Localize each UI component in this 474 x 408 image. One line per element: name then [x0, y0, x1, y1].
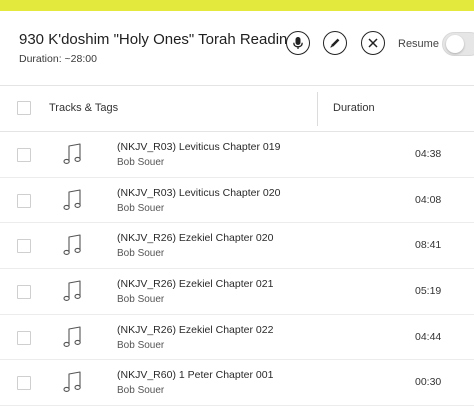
track-duration: 00:30 — [415, 376, 442, 389]
select-all-checkbox[interactable] — [17, 101, 31, 115]
track-row[interactable]: (NKJV_R03) Leviticus Chapter 019 Bob Sou… — [0, 132, 474, 178]
edit-button[interactable] — [323, 31, 347, 55]
track-duration: 04:08 — [415, 193, 442, 206]
track-duration: 04:44 — [415, 330, 442, 343]
music-note-icon — [63, 143, 81, 164]
music-note-icon — [63, 280, 81, 302]
row-checkbox[interactable] — [17, 376, 31, 391]
track-artist: Bob Souer — [117, 385, 165, 397]
track-title: (NKJV_R03) Leviticus Chapter 020 — [117, 186, 281, 199]
toggle-knob — [446, 35, 464, 53]
top-accent-bar — [0, 0, 474, 11]
track-duration: 08:41 — [415, 239, 442, 252]
record-button[interactable] — [286, 31, 310, 55]
column-divider[interactable] — [317, 92, 318, 126]
track-row[interactable]: (NKJV_R26) Ezekiel Chapter 021 Bob Souer… — [0, 269, 474, 315]
resume-toggle[interactable] — [442, 32, 474, 56]
track-row[interactable]: (NKJV_R26) Ezekiel Chapter 020 Bob Souer… — [0, 223, 474, 270]
track-artist: Bob Souer — [117, 294, 165, 306]
music-note-icon — [63, 326, 81, 347]
track-title: (NKJV_R26) Ezekiel Chapter 022 — [117, 323, 274, 336]
track-title: (NKJV_R26) Ezekiel Chapter 020 — [117, 232, 274, 245]
close-button[interactable] — [361, 31, 385, 55]
track-title: (NKJV_R03) Leviticus Chapter 019 — [117, 141, 281, 153]
track-list: (NKJV_R03) Leviticus Chapter 019 Bob Sou… — [0, 132, 474, 407]
music-note-icon — [63, 371, 81, 393]
row-checkbox[interactable] — [17, 239, 31, 254]
row-checkbox[interactable] — [17, 193, 31, 208]
track-artist: Bob Souer — [117, 202, 165, 214]
track-title: (NKJV_R26) Ezekiel Chapter 021 — [117, 278, 274, 291]
row-checkbox[interactable] — [17, 148, 31, 162]
microphone-icon — [293, 37, 303, 49]
playlist-header: 930 K'doshim "Holy Ones" Torah Reading D… — [0, 11, 474, 79]
pencil-icon — [330, 38, 340, 48]
track-duration: 05:19 — [415, 285, 442, 298]
resume-label: Resume — [398, 38, 439, 50]
track-artist: Bob Souer — [117, 248, 165, 260]
track-title: (NKJV_R60) 1 Peter Chapter 001 — [117, 369, 274, 382]
track-row[interactable]: (NKJV_R03) Leviticus Chapter 020 Bob Sou… — [0, 178, 474, 224]
track-row[interactable]: (NKJV_R60) 1 Peter Chapter 001 Bob Souer… — [0, 360, 474, 407]
page-title: 930 K'doshim "Holy Ones" Torah Reading — [19, 31, 296, 48]
column-header-tracks[interactable]: Tracks & Tags — [49, 102, 118, 114]
track-duration: 04:38 — [415, 148, 442, 160]
row-checkbox[interactable] — [17, 330, 31, 345]
music-note-icon — [63, 234, 81, 256]
close-icon — [368, 38, 378, 48]
music-note-icon — [63, 189, 81, 210]
track-artist: Bob Souer — [117, 157, 165, 168]
column-header-duration[interactable]: Duration — [333, 102, 375, 114]
playlist-duration: Duration: ~28:00 — [19, 53, 97, 65]
row-checkbox[interactable] — [17, 285, 31, 300]
track-artist: Bob Souer — [117, 339, 165, 351]
table-header: Tracks & Tags Duration — [0, 85, 474, 132]
track-row[interactable]: (NKJV_R26) Ezekiel Chapter 022 Bob Souer… — [0, 315, 474, 361]
